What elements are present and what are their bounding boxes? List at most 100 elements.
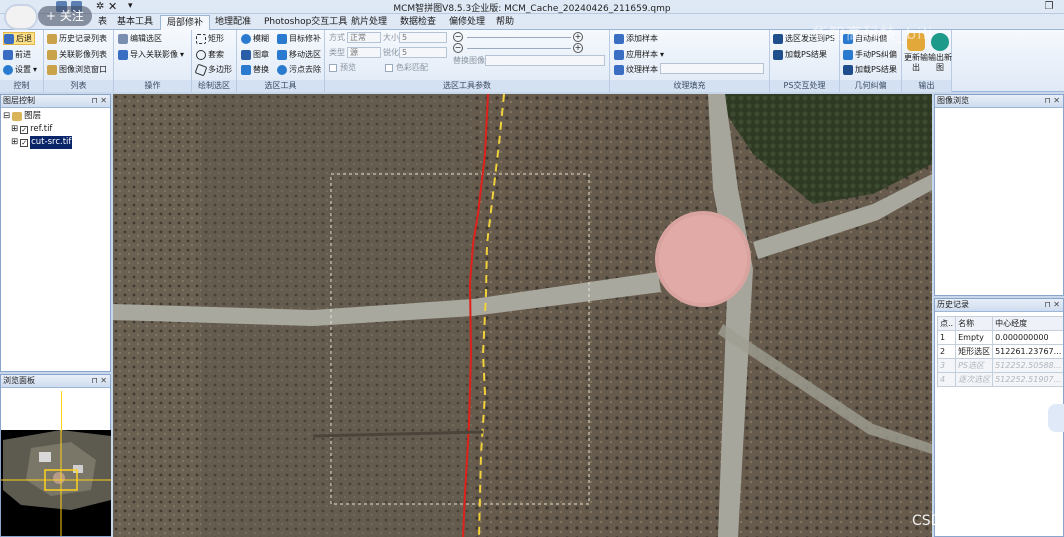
col-point[interactable]: 点.. (936, 316, 957, 331)
sharpen-label: 锐化 (383, 48, 399, 57)
table-row[interactable]: 2 矩形选区 512261.23767... (936, 344, 1063, 359)
color-match-checkbox[interactable] (385, 64, 393, 72)
crosshair-vertical (61, 391, 62, 431)
related-image-list-button[interactable]: 关联影像列表 (47, 48, 107, 61)
history-table: 点.. 名称 中心经度 1 Empty 0.000000000 2 矩形选区 5… (936, 316, 1063, 387)
close-icon[interactable]: ✕ (108, 0, 117, 13)
ribbon-group-operate: 编辑选区 导入关联影像 ▾ 操作 (114, 30, 192, 92)
customize-qat-icon[interactable]: ▾ (128, 0, 133, 13)
menu-photoshop-tools[interactable]: Photoshop交互工具 (258, 15, 353, 30)
layer-item-cut-src[interactable]: ⊞ ✓ cut-src.tif (11, 136, 73, 149)
layers-icon (12, 112, 23, 121)
ps-load-icon (843, 64, 853, 75)
back-button[interactable]: 后退 (3, 32, 35, 45)
stamp-icon (241, 49, 251, 60)
texture-sample-select[interactable] (660, 63, 764, 74)
layer-visible-checkbox[interactable]: ✓ (20, 125, 29, 134)
move-selection-button[interactable]: 移动选区 (277, 48, 321, 61)
edit-selection-button[interactable]: 编辑选区 (118, 32, 162, 45)
add-sample-button[interactable]: 添加样本 (614, 32, 658, 45)
size-label: 大小 (383, 33, 399, 42)
sharpen-decrease-icon[interactable]: − (453, 43, 463, 53)
spot-removal-icon (277, 64, 287, 75)
mode-select[interactable]: 正常 (347, 32, 381, 43)
pin-close-icon[interactable]: ⊓ ✕ (1045, 95, 1061, 107)
side-handle[interactable] (1048, 404, 1064, 432)
load-ps-result-button[interactable]: 加载PS结果 (773, 48, 827, 61)
layer-item-ref[interactable]: ⊞ ✓ ref.tif (11, 123, 52, 136)
move-icon (277, 49, 287, 60)
menu-aerial-photo[interactable]: 航片处理 (345, 15, 393, 30)
menu-basic-tools[interactable]: 基本工具 (111, 15, 159, 30)
ribbon-group-selection-tools: 模糊 目标修补 图章 移动选区 替换 污点去除 选区工具 (237, 30, 325, 92)
image-browse-window-button[interactable]: 图像浏览窗口 (47, 63, 107, 76)
geo-load-ps-result-button[interactable]: 加载PS结果 (843, 63, 897, 76)
add-sample-icon (614, 33, 624, 44)
replace-tool-button[interactable]: 替换 (241, 63, 269, 76)
sharpen-input[interactable]: 5 (399, 47, 447, 58)
orthophoto[interactable] (113, 94, 932, 537)
back-arrow-icon (4, 33, 14, 44)
size-slider[interactable] (467, 37, 571, 38)
col-center-lon[interactable]: 中心经度 (992, 316, 1063, 331)
expand-icon[interactable]: ⊞ (11, 136, 18, 149)
stamp-tool-button[interactable]: 图章 (241, 48, 269, 61)
collapse-icon[interactable]: ⊟ (3, 110, 10, 123)
table-row[interactable]: 1 Empty 0.000000000 (936, 330, 1063, 345)
pin-close-icon[interactable]: ⊓ ✕ (1045, 299, 1061, 311)
browse-panel-header: 浏览面板 ⊓ ✕ (1, 375, 110, 388)
menu-offset-processing[interactable]: 偏修处理 (443, 15, 491, 30)
pin-close-icon[interactable]: ⊓ ✕ (92, 375, 108, 387)
type-select[interactable]: 源 (347, 47, 381, 58)
manual-ps-correct-button[interactable]: 手动PS纠偏 (843, 48, 897, 61)
history-panel-header: 历史记录 ⊓ ✕ (935, 299, 1063, 312)
target-repair-icon (277, 33, 287, 44)
overview-thumbnail[interactable] (1, 430, 111, 536)
history-list-button[interactable]: 历史记录列表 (47, 32, 107, 45)
restore-window-button[interactable]: ❐ (1038, 0, 1060, 14)
texture-sample-button[interactable]: 纹理样本 (614, 63, 658, 76)
ribbon-group-control: 后退 前进 设置 ▾ 控制 (0, 30, 44, 92)
replace-image-select[interactable] (485, 55, 605, 66)
size-decrease-icon[interactable]: − (453, 32, 463, 42)
polygon-icon (194, 63, 208, 76)
table-row[interactable]: 4 逐次选区 512252.51907... (936, 372, 1063, 387)
forward-button[interactable]: 前进 (3, 48, 31, 61)
sharpen-slider[interactable] (467, 48, 571, 49)
gear-icon[interactable]: ✲ (96, 0, 104, 13)
import-related-image-button[interactable]: 导入关联影像 ▾ (118, 48, 184, 61)
map-canvas[interactable] (113, 94, 932, 537)
menu-georeference[interactable]: 地理配准 (209, 15, 257, 30)
ribbon-group-selection-params: 方式 正常 大小 5 类型 源 锐化 5 − + − + 替换图像 预览 色彩匹… (325, 30, 610, 92)
layer-root[interactable]: ⊟ 图层 (3, 110, 41, 123)
layer-panel-header: 图层控制 ⊓ ✕ (1, 95, 110, 108)
color-match-label: 色彩匹配 (396, 63, 428, 72)
blur-tool-button[interactable]: 模糊 (241, 32, 269, 45)
expand-icon[interactable]: ⊞ (11, 123, 18, 136)
avatar[interactable] (4, 4, 38, 30)
size-input[interactable]: 5 (399, 32, 447, 43)
rectangle-tool-button[interactable]: 矩形 (196, 32, 224, 45)
menu-partial[interactable]: 表 (92, 15, 113, 30)
ribbon-group-draw-selection: 矩形 套索 多边形 绘制选区 (192, 30, 237, 92)
size-increase-icon[interactable]: + (573, 32, 583, 42)
apply-sample-button[interactable]: 应用样本 ▾ (614, 48, 664, 61)
menu-local-repair[interactable]: 局部修补 (160, 15, 211, 30)
spot-removal-button[interactable]: 污点去除 (277, 63, 321, 76)
menu-data-check[interactable]: 数据检查 (394, 15, 442, 30)
layer-visible-checkbox[interactable]: ✓ (20, 138, 29, 147)
lasso-tool-button[interactable]: 套索 (196, 48, 224, 61)
menu-help[interactable]: 帮助 (490, 15, 520, 30)
table-row[interactable]: 3 PS选区 512252.50588... (936, 358, 1063, 373)
history-icon (47, 33, 57, 44)
target-repair-button[interactable]: 目标修补 (277, 32, 321, 45)
col-name[interactable]: 名称 (955, 316, 994, 331)
settings-button[interactable]: 设置 ▾ (3, 63, 37, 76)
preview-label: 预览 (340, 63, 356, 72)
pin-close-icon[interactable]: ⊓ ✕ (92, 95, 108, 107)
browse-panel: 浏览面板 ⊓ ✕ (0, 374, 111, 537)
sharpen-increase-icon[interactable]: + (573, 43, 583, 53)
preview-checkbox[interactable] (329, 64, 337, 72)
polygon-tool-button[interactable]: 多边形 (194, 63, 232, 76)
follow-button[interactable]: + 关注 (38, 6, 92, 26)
